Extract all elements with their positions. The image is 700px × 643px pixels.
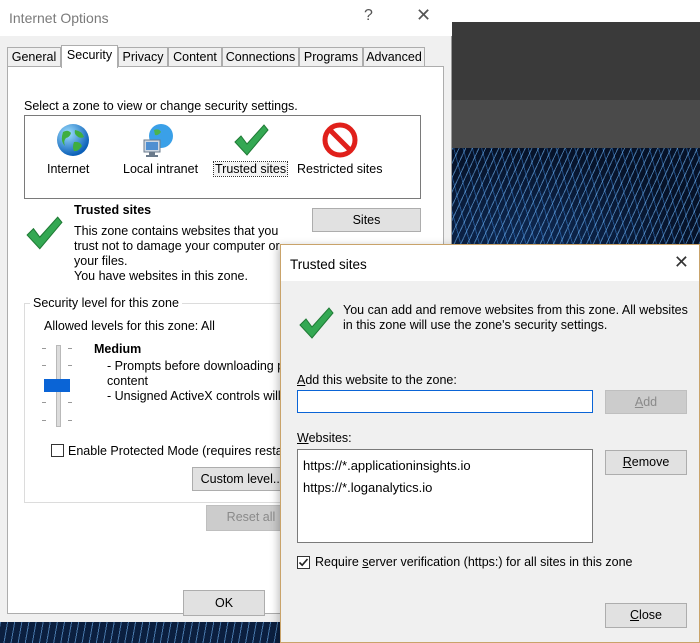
tab-advanced[interactable]: Advanced — [363, 47, 425, 67]
checkmark-icon — [234, 124, 269, 156]
security-level-description: - Prompts before downloading p content -… — [107, 359, 284, 403]
require-verification-label: Require server verification (https:) for… — [315, 555, 633, 569]
require-verification-pre: Require — [315, 555, 363, 569]
add-website-label-text: dd this website to the zone: — [305, 373, 457, 387]
desktop-wallpaper — [452, 148, 700, 248]
tab-programs[interactable]: Programs — [299, 47, 363, 67]
dialog-title: Trusted sites — [290, 257, 367, 272]
slider-tick — [42, 348, 46, 349]
websites-label: Websites: — [297, 431, 352, 445]
remove-button[interactable]: Remove — [605, 450, 687, 475]
ok-button[interactable]: OK — [183, 590, 265, 616]
security-level-label: Security level for this zone — [30, 296, 182, 310]
list-item[interactable]: https://*.applicationinsights.io — [303, 458, 471, 473]
websites-label-accel: W — [297, 431, 309, 445]
zone-has-sites: You have websites in this zone. — [74, 269, 248, 283]
tab-privacy[interactable]: Privacy — [118, 47, 168, 67]
checkmark-icon — [299, 307, 334, 339]
close-icon[interactable]: ✕ — [416, 5, 431, 26]
protected-mode-label: Enable Protected Mode (requires resta — [68, 444, 283, 458]
require-verification-checkbox[interactable] — [297, 556, 310, 569]
add-button-accel: A — [634, 395, 644, 409]
tab-security[interactable]: Security — [61, 45, 118, 68]
zone-label-trusted-sites: Trusted sites — [212, 161, 289, 177]
tab-content[interactable]: Content — [168, 47, 222, 67]
slider-tick — [68, 420, 72, 421]
remove-button-text: emove — [631, 455, 670, 469]
slider-tick — [42, 420, 46, 421]
zone-prompt: Select a zone to view or change security… — [24, 99, 298, 113]
close-button-text: lose — [639, 608, 662, 622]
zone-label-local-intranet: Local intranet — [123, 162, 199, 176]
security-level-name: Medium — [94, 342, 142, 356]
trusted-sites-info: You can add and remove websites from thi… — [343, 303, 688, 332]
close-button-accel: C — [630, 608, 640, 622]
checkbox-check-icon — [298, 558, 309, 567]
tab-connections[interactable]: Connections — [222, 47, 299, 67]
window-title: Internet Options — [9, 10, 109, 26]
zone-label-restricted-sites: Restricted sites — [297, 162, 383, 176]
remove-button-accel: R — [622, 455, 632, 469]
slider-tick — [68, 348, 72, 349]
websites-list[interactable]: https://*.applicationinsights.io https:/… — [297, 449, 593, 543]
list-item[interactable]: https://*.loganalytics.io — [303, 480, 432, 495]
internet-options-titlebar: Internet Options ? ✕ — [0, 0, 452, 36]
websites-label-text: ebsites: — [308, 431, 352, 445]
slider-tick — [68, 402, 72, 403]
add-website-input[interactable] — [297, 390, 593, 413]
zone-description: This zone contains websites that you tru… — [74, 224, 280, 268]
intranet-icon — [143, 124, 173, 157]
zone-title: Trusted sites — [74, 203, 152, 217]
trusted-sites-titlebar: Trusted sites ✕ — [281, 245, 699, 281]
close-button[interactable]: Close — [605, 603, 687, 628]
zone-label-internet: Internet — [47, 162, 90, 176]
sites-button[interactable]: Sites — [312, 208, 421, 232]
allowed-levels-label: Allowed levels for this zone: All — [44, 319, 215, 333]
custom-level-button[interactable]: Custom level... — [192, 467, 292, 491]
slider-tick — [42, 365, 46, 366]
no-entry-icon — [322, 122, 358, 158]
slider-tick — [68, 365, 72, 366]
slider-tick — [42, 402, 46, 403]
desktop-background-band — [452, 100, 700, 148]
add-website-label: Add this website to the zone: — [297, 373, 457, 387]
add-button-text: dd — [643, 395, 658, 409]
add-button[interactable]: Add — [605, 390, 687, 414]
security-level-slider-thumb[interactable] — [44, 379, 70, 392]
desktop-wallpaper-bottom — [0, 622, 290, 643]
close-icon[interactable]: ✕ — [674, 252, 689, 273]
help-button[interactable]: ? — [364, 7, 373, 25]
require-verification-post: erver verification (https:) for all site… — [368, 555, 633, 569]
desktop-background-top — [452, 0, 700, 22]
globe-icon — [57, 124, 89, 156]
tab-general[interactable]: General — [7, 47, 61, 67]
protected-mode-checkbox[interactable] — [51, 444, 64, 457]
trusted-sites-dialog: Trusted sites ✕ You can add and remove w… — [280, 244, 700, 643]
checkmark-icon — [26, 216, 63, 250]
zone-list: Internet Local intranet Trusted sites Re… — [24, 115, 421, 199]
